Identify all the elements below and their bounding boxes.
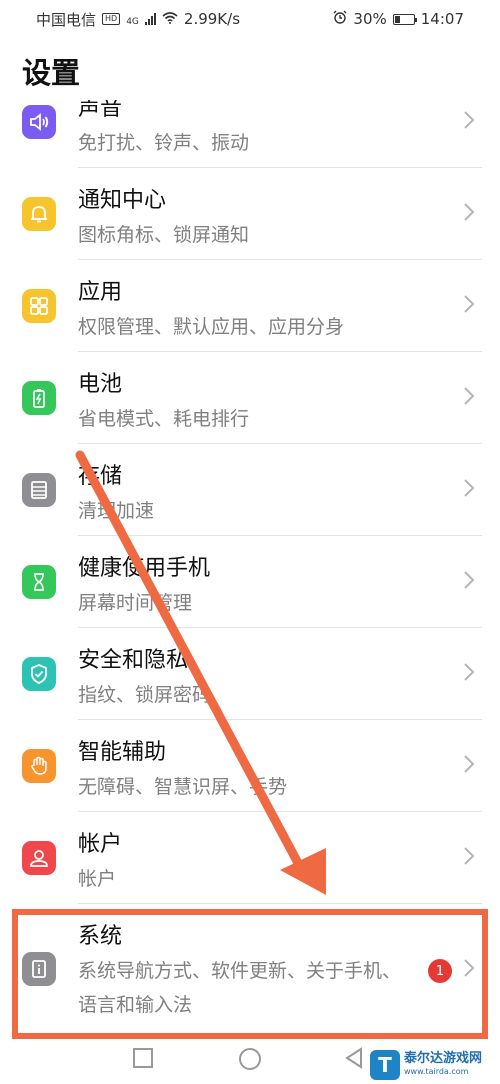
wifi-icon [162, 10, 178, 28]
battery-icon [22, 381, 56, 415]
settings-item-subtitle: 权限管理、默认应用、应用分身 [78, 316, 345, 338]
chevron-right-icon [462, 386, 476, 406]
chevron-right-icon [462, 958, 476, 978]
chevron-right-icon [462, 570, 476, 590]
settings-item-title: 健康使用手机 [78, 556, 211, 581]
carrier-label: 中国电信 [36, 10, 97, 29]
settings-item-subtitle: 指纹、锁屏密码 [78, 684, 212, 706]
settings-item-7[interactable]: 安全和隐私指纹、锁屏密码 [0, 628, 500, 720]
bell-icon [22, 197, 56, 231]
chevron-right-icon [462, 478, 476, 498]
battery-percent: 30% [353, 10, 387, 28]
settings-item-8[interactable]: 智能辅助无障碍、智慧识屏、手势 [0, 720, 500, 812]
clock: 14:07 [420, 10, 464, 28]
chevron-right-icon [462, 202, 476, 222]
home-button[interactable] [238, 1047, 262, 1075]
watermark-logo: T [370, 1050, 400, 1080]
settings-item-3[interactable]: 应用权限管理、默认应用、应用分身 [0, 260, 500, 352]
info-icon [22, 952, 56, 986]
settings-item-title: 声音 [78, 100, 123, 121]
chevron-right-icon [462, 754, 476, 774]
chevron-right-icon [462, 110, 476, 130]
shield-check-icon [22, 657, 56, 691]
settings-item-subtitle: 帐户 [78, 868, 117, 890]
settings-item-title: 应用 [78, 280, 123, 305]
watermark: T 泰尔达游戏网 www.tairda.com [370, 1048, 496, 1082]
settings-item-title: 系统 [78, 924, 123, 949]
settings-item-subtitle: 屏幕时间管理 [78, 592, 193, 614]
apps-grid-icon [22, 289, 56, 323]
storage-icon [22, 473, 56, 507]
back-button[interactable] [343, 1047, 365, 1073]
chevron-right-icon [462, 662, 476, 682]
watermark-url: www.tairda.com [404, 1067, 469, 1076]
settings-item-5[interactable]: 存储 清理加速 [0, 444, 500, 536]
watermark-name: 泰尔达游戏网 [404, 1051, 483, 1066]
settings-item-title: 帐户 [78, 832, 123, 857]
chevron-right-icon [462, 846, 476, 866]
settings-item-subtitle: 无障碍、智慧识屏、手势 [78, 776, 288, 798]
alarm-icon [333, 10, 347, 28]
settings-list[interactable]: 声音免打扰、铃声、振动 通知中心图标角标、锁屏通知 应用权限管理、默认应用、应用分身… [0, 100, 500, 1045]
status-bar: 中国电信 HD 4G 2.99K/s 30% 14:07 [0, 0, 500, 38]
page-title: 设置 [22, 56, 81, 90]
settings-item-title: 智能辅助 [78, 740, 167, 765]
battery-icon [392, 13, 417, 25]
settings-item-2[interactable]: 通知中心图标角标、锁屏通知 [0, 168, 500, 260]
settings-item-title: 通知中心 [78, 188, 167, 213]
settings-item-4[interactable]: 电池省电模式、耗电排行 [0, 352, 500, 444]
settings-item-subtitle: 省电模式、耗电排行 [78, 408, 250, 430]
signal-icon [144, 13, 156, 25]
settings-item-subtitle: 清理加速 [78, 500, 155, 522]
settings-item-title: 安全和隐私 [78, 648, 189, 673]
network-type: 4G [126, 16, 139, 27]
network-speed: 2.99K/s [183, 10, 241, 28]
hd-icon: HD [102, 13, 121, 25]
hand-icon [22, 749, 56, 783]
settings-item-title: 电池 [78, 372, 123, 397]
status-right: 30% 14:07 [333, 10, 464, 28]
settings-item-10[interactable]: 系统系统导航方式、软件更新、关于手机、语言和输入法 1 [0, 904, 500, 1034]
hourglass-icon [22, 565, 56, 599]
account-icon [22, 841, 56, 875]
settings-item-6[interactable]: 健康使用手机 屏幕时间管理 [0, 536, 500, 628]
status-left: 中国电信 HD 4G 2.99K/s [36, 9, 240, 30]
recents-button[interactable] [132, 1047, 154, 1073]
speaker-icon [22, 105, 56, 139]
settings-item-9[interactable]: 帐户 帐户 [0, 812, 500, 904]
settings-item-subtitle: 图标角标、锁屏通知 [78, 224, 250, 246]
chevron-right-icon [462, 294, 476, 314]
notification-badge: 1 [428, 959, 452, 983]
settings-item-title: 存储 [78, 464, 123, 489]
settings-item-1[interactable]: 声音免打扰、铃声、振动 [0, 100, 500, 168]
settings-item-subtitle: 系统导航方式、软件更新、关于手机、语言和输入法 [78, 960, 402, 1016]
settings-item-subtitle: 免打扰、铃声、振动 [78, 132, 250, 154]
